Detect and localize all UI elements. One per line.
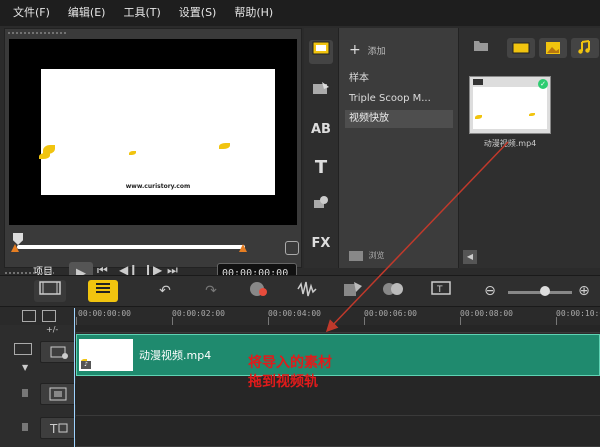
annotation-arrow [325,141,509,333]
annotation-arrow-line [325,141,509,333]
